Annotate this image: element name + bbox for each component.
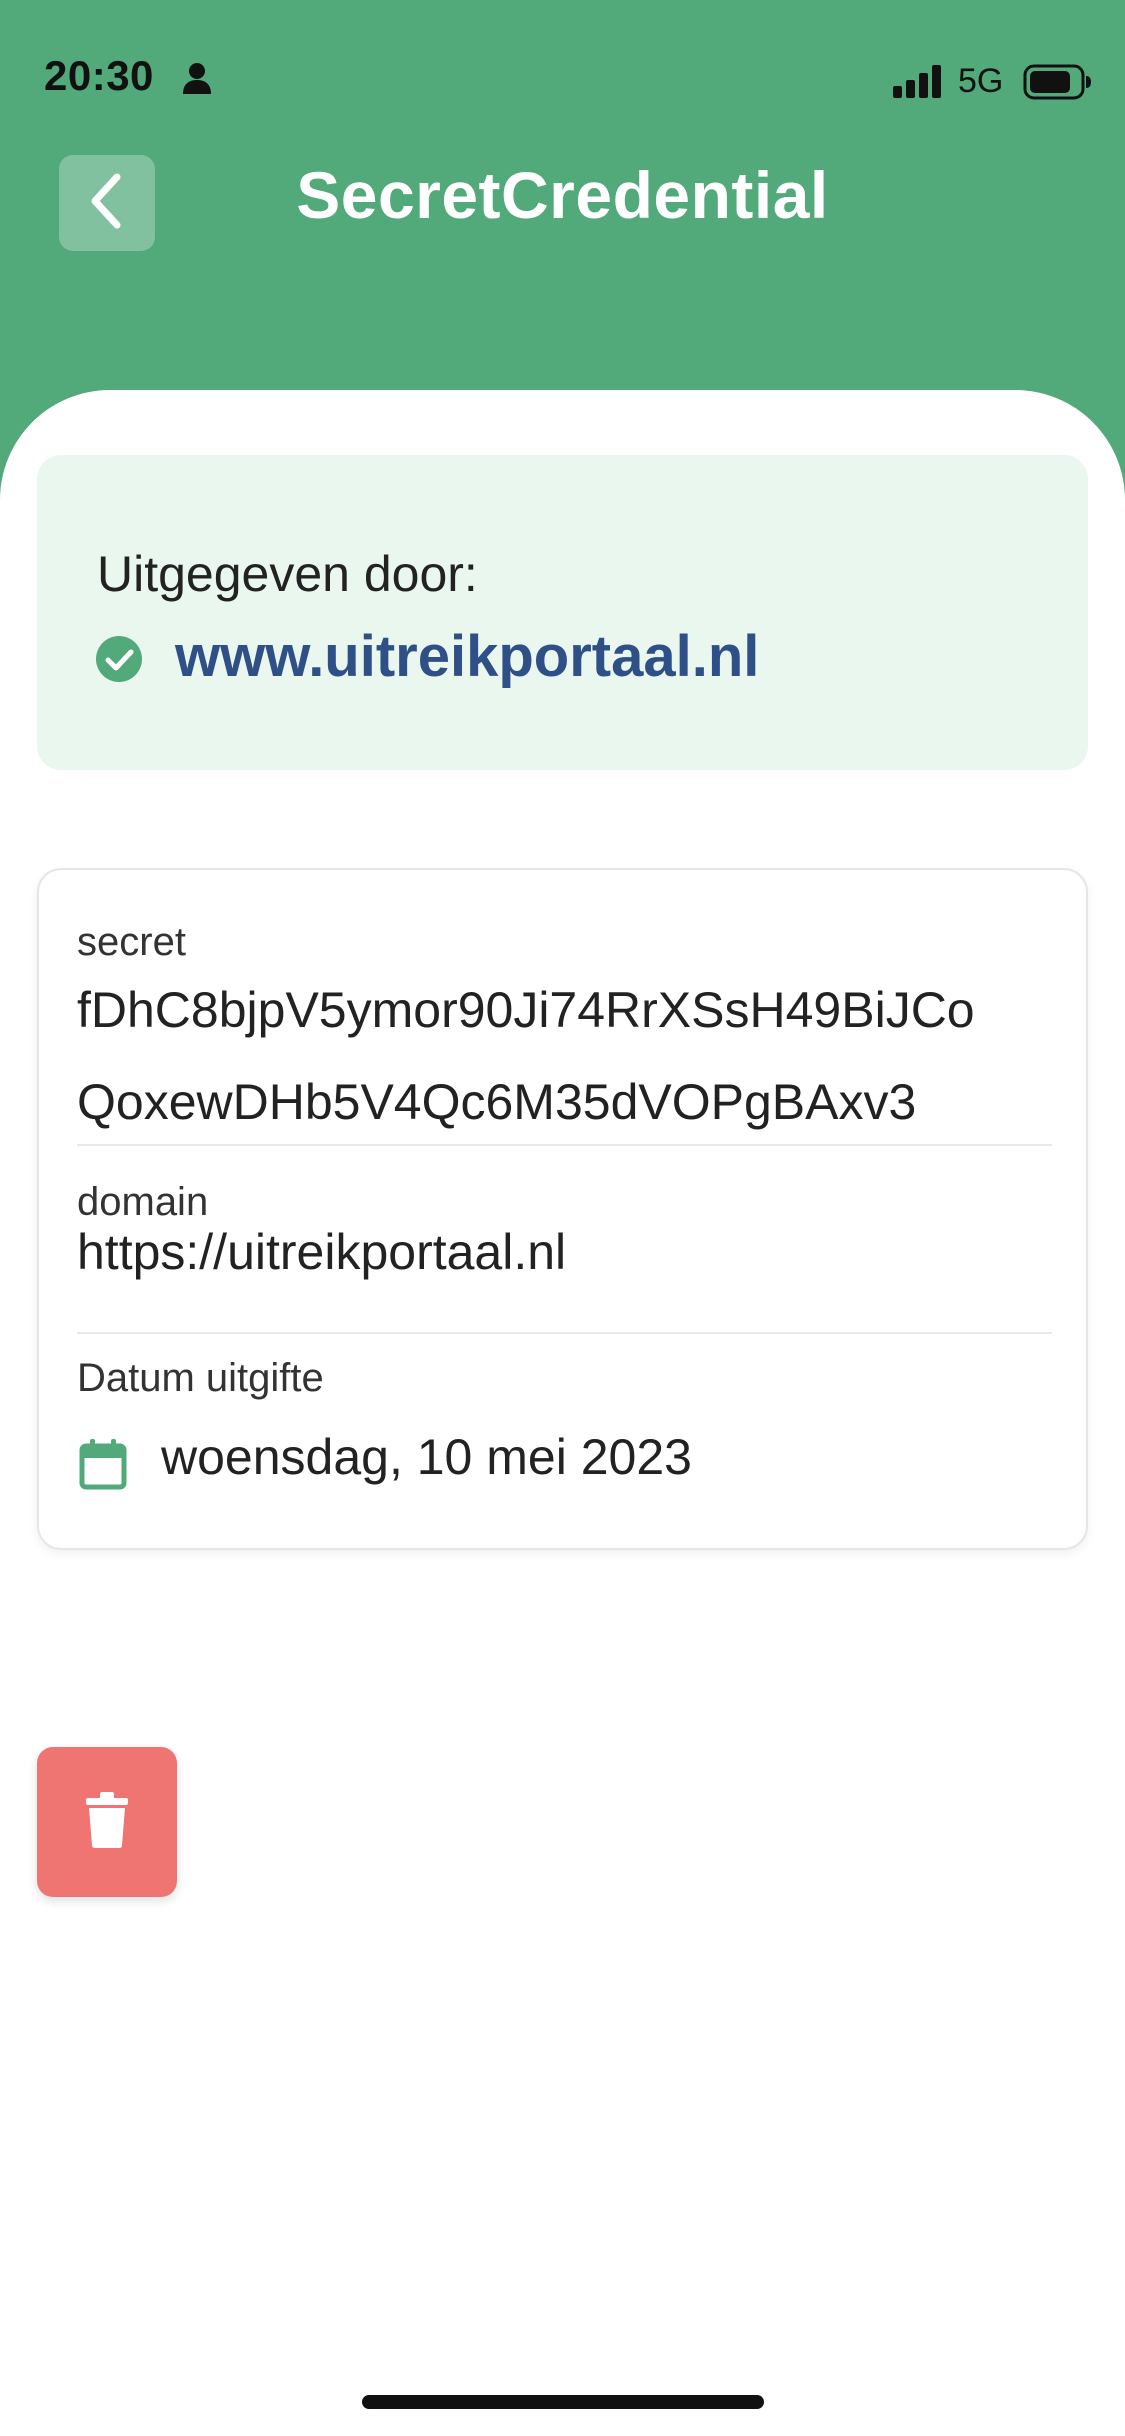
- domain-value: https://uitreikportaal.nl: [77, 1224, 567, 1280]
- page-title: SecretCredential: [296, 158, 829, 232]
- check-circle-icon: [95, 635, 143, 688]
- secret-value-line-2: QoxewDHb5V4Qc6M35dVOPgBAxv3: [77, 1074, 917, 1130]
- divider: [77, 1332, 1052, 1334]
- issue-date-label: Datum uitgifte: [77, 1356, 324, 1400]
- divider: [77, 1144, 1052, 1146]
- status-time: 20:30: [44, 52, 154, 99]
- status-bar: 20:30 5G: [0, 0, 1125, 150]
- attributes-card: secret fDhC8bjpV5ymor90Ji74RrXSsH49BiJCo…: [37, 868, 1088, 1550]
- issuer-label: Uitgegeven door:: [97, 546, 478, 602]
- battery-icon: [1023, 64, 1093, 105]
- secret-value-line-1: fDhC8bjpV5ymor90Ji74RrXSsH49BiJCo: [77, 982, 975, 1038]
- issuer-link[interactable]: www.uitreikportaal.nl: [175, 623, 759, 690]
- secret-value: fDhC8bjpV5ymor90Ji74RrXSsH49BiJCo QoxewD…: [77, 964, 1067, 1148]
- delete-button[interactable]: [37, 1747, 177, 1897]
- calendar-icon: [79, 1438, 127, 1495]
- issuer-card: Uitgegeven door: www.uitreikportaal.nl: [37, 455, 1088, 770]
- person-icon: [182, 62, 212, 99]
- secret-label: secret: [77, 920, 186, 964]
- home-indicator[interactable]: [362, 2395, 764, 2409]
- issue-date-value: woensdag, 10 mei 2023: [161, 1429, 692, 1485]
- signal-bars-icon: [893, 64, 943, 103]
- network-type-label: 5G: [958, 62, 1004, 100]
- trash-icon: [85, 1791, 129, 1853]
- domain-label: domain: [77, 1180, 209, 1224]
